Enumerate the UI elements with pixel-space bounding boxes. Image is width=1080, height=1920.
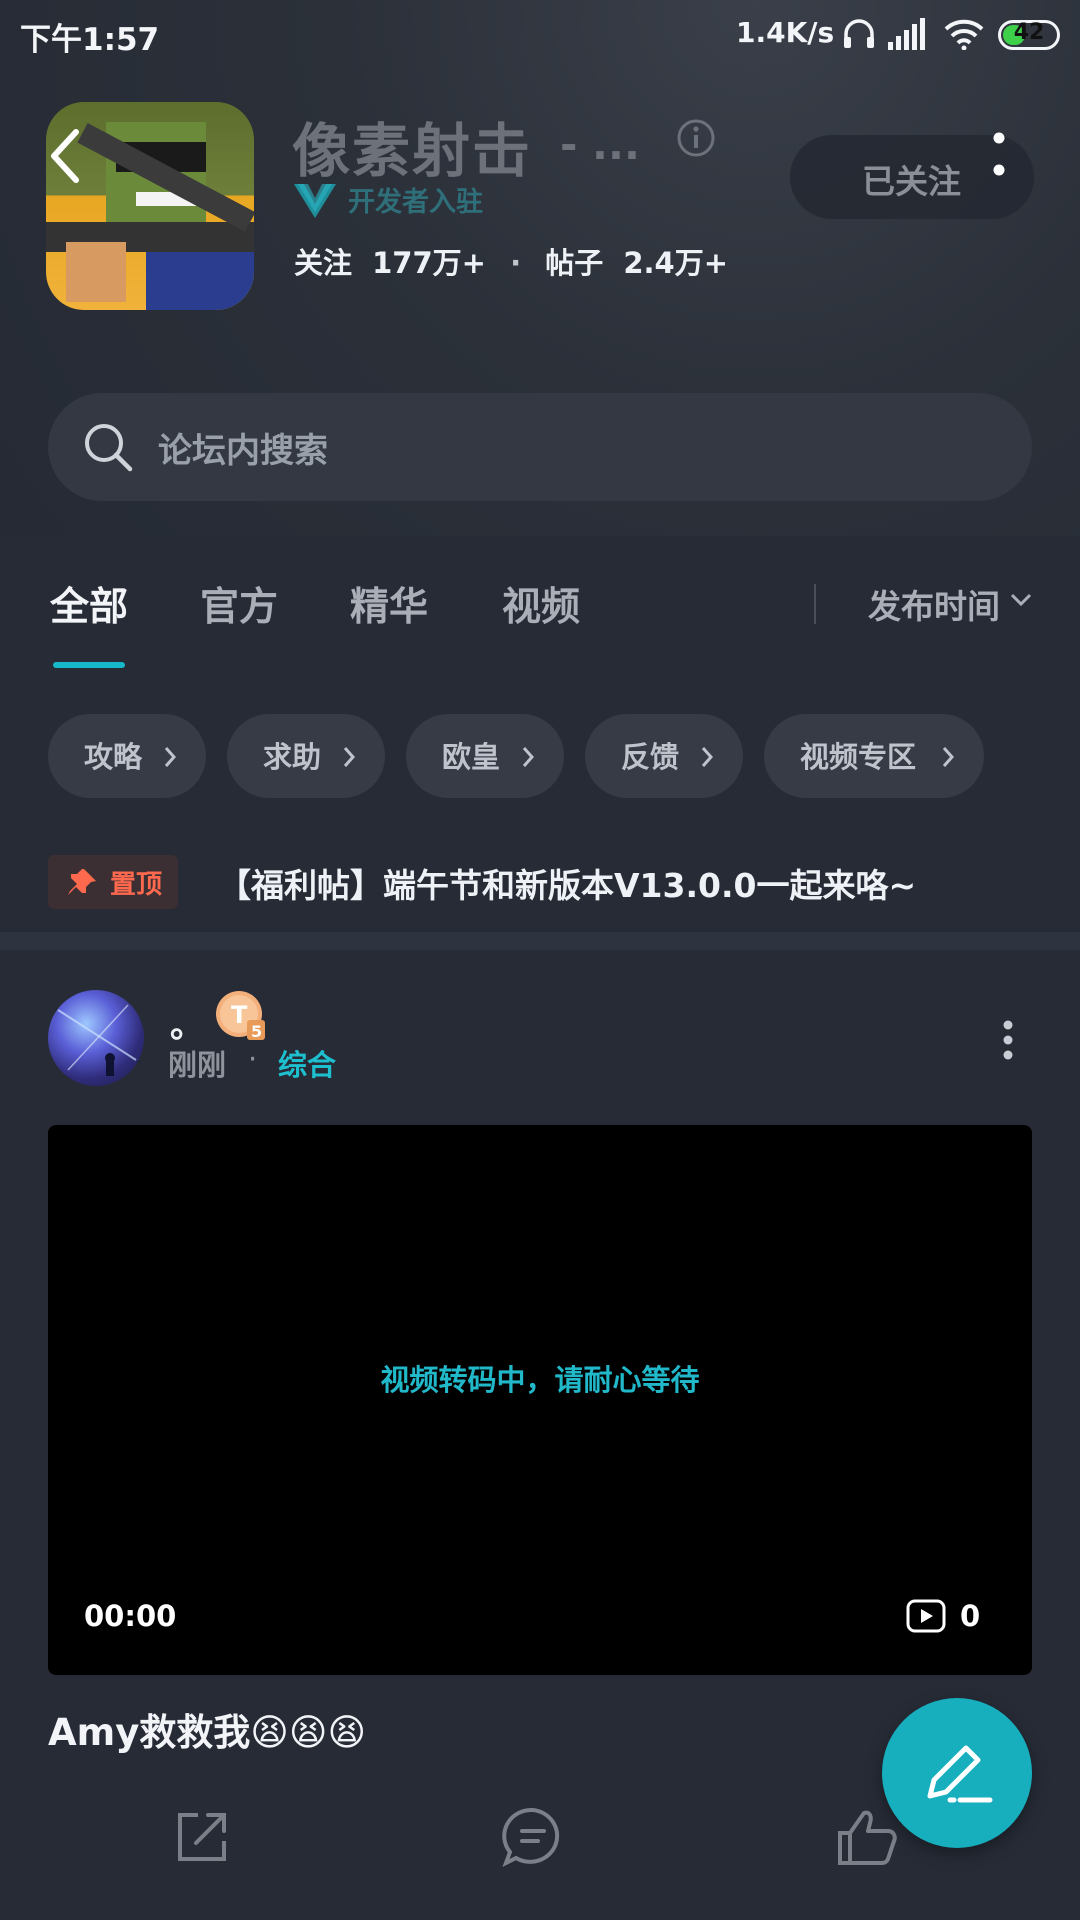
section-divider bbox=[0, 932, 1080, 950]
battery-level: 42 bbox=[1013, 20, 1045, 45]
battery-icon: 42 bbox=[998, 20, 1060, 50]
chip-label: 视频专区 bbox=[800, 740, 917, 774]
followers-value: 177万+ bbox=[372, 246, 486, 280]
active-tab-indicator bbox=[53, 662, 125, 668]
video-player[interactable]: 视频转码中，请耐心等待 00:00 0 bbox=[48, 1125, 1032, 1675]
user-level-badge: T5 bbox=[215, 990, 267, 1042]
video-play-count: 0 bbox=[960, 1599, 981, 1633]
followers-label: 关注 bbox=[294, 246, 353, 280]
post-username[interactable]: 。 bbox=[170, 998, 204, 1047]
tab-divider bbox=[814, 584, 816, 624]
like-icon[interactable] bbox=[834, 1805, 900, 1873]
tab-video[interactable]: 视频 bbox=[502, 576, 580, 632]
chip-guides[interactable]: 攻略 bbox=[48, 714, 206, 798]
forum-title: 像素射击 bbox=[292, 117, 533, 185]
chevron-down-icon[interactable] bbox=[1010, 592, 1032, 611]
forum-stats: 关注 177万+ · 帖子 2.4万+ bbox=[294, 240, 728, 282]
pinned-badge: 置顶 bbox=[48, 855, 178, 909]
chip-feedback[interactable]: 反馈 bbox=[585, 714, 743, 798]
headphones-icon bbox=[842, 18, 876, 54]
edit-pen-icon bbox=[927, 1745, 993, 1803]
chip-label: 欧皇 bbox=[442, 740, 501, 774]
net-speed: 1.4K/s bbox=[736, 16, 835, 49]
tab-featured[interactable]: 精华 bbox=[350, 576, 428, 632]
post-text[interactable]: Amy救救我😫😫😫 bbox=[48, 1702, 366, 1756]
sort-dropdown[interactable]: 发布时间 bbox=[868, 580, 1000, 628]
svg-text:5: 5 bbox=[251, 1022, 262, 1041]
posts-value: 2.4万+ bbox=[623, 246, 729, 280]
stats-separator: · bbox=[510, 246, 522, 280]
signal-icon bbox=[888, 18, 928, 54]
forum-search-bar[interactable]: 论坛内搜索 bbox=[48, 393, 1032, 501]
posts-label: 帖子 bbox=[545, 246, 604, 280]
chip-label: 反馈 bbox=[621, 740, 680, 774]
share-icon[interactable] bbox=[170, 1805, 234, 1873]
post-category[interactable]: 综合 bbox=[278, 1042, 336, 1084]
chevron-right-icon bbox=[942, 747, 954, 767]
pinned-post[interactable]: 置顶 【福利帖】端午节和新版本V13.0.0一起来咯~ bbox=[0, 835, 1080, 927]
avatar[interactable] bbox=[48, 990, 144, 1086]
forum-title-suffix: - ... bbox=[560, 120, 640, 169]
verified-v-icon bbox=[294, 184, 336, 218]
developer-badge-label: 开发者入驻 bbox=[348, 187, 483, 218]
video-transcoding-message: 视频转码中，请耐心等待 bbox=[380, 1363, 700, 1397]
post-meta-separator: · bbox=[248, 1042, 258, 1076]
search-icon bbox=[80, 419, 136, 479]
chip-help[interactable]: 求助 bbox=[227, 714, 385, 798]
chip-lucky[interactable]: 欧皇 bbox=[406, 714, 564, 798]
chevron-right-icon bbox=[343, 747, 355, 767]
post-time: 刚刚 bbox=[168, 1048, 227, 1082]
pinned-badge-label: 置顶 bbox=[110, 870, 163, 900]
more-vertical-icon[interactable] bbox=[992, 132, 1006, 180]
filter-tabs: 全部 官方 精华 视频 发布时间 bbox=[0, 536, 1080, 696]
chevron-right-icon bbox=[522, 747, 534, 767]
svg-text:T: T bbox=[231, 1001, 248, 1029]
status-bar: 下午1:57 1.4K/s 42 bbox=[0, 0, 1080, 70]
chevron-right-icon bbox=[701, 747, 713, 767]
tab-all[interactable]: 全部 bbox=[50, 576, 128, 632]
chevron-right-icon bbox=[164, 747, 176, 767]
video-duration: 00:00 bbox=[84, 1599, 177, 1633]
status-time: 下午1:57 bbox=[20, 22, 160, 58]
follow-button-label: 已关注 bbox=[862, 162, 961, 201]
wifi-icon bbox=[944, 18, 984, 54]
back-icon[interactable] bbox=[42, 126, 92, 186]
developer-badge: 开发者入驻 bbox=[292, 178, 483, 220]
chip-label: 求助 bbox=[263, 740, 322, 774]
pin-icon bbox=[68, 869, 96, 895]
play-count-icon bbox=[906, 1599, 946, 1637]
category-chips: 攻略 求助 欧皇 反馈 视频专区 bbox=[0, 696, 1080, 816]
search-placeholder: 论坛内搜索 bbox=[158, 431, 328, 471]
info-icon[interactable] bbox=[676, 118, 716, 162]
forum-header: 下午1:57 1.4K/s 42 像素射击 - ... 开发者入驻 关注 177… bbox=[0, 0, 1080, 536]
create-post-button[interactable] bbox=[882, 1698, 1032, 1848]
tab-official[interactable]: 官方 bbox=[200, 576, 278, 632]
chip-label: 攻略 bbox=[84, 740, 143, 774]
more-vertical-icon[interactable] bbox=[1000, 1020, 1016, 1064]
comment-icon[interactable] bbox=[500, 1805, 566, 1873]
pinned-post-title[interactable]: 【福利帖】端午节和新版本V13.0.0一起来咯~ bbox=[218, 859, 916, 907]
chip-video-zone[interactable]: 视频专区 bbox=[764, 714, 984, 798]
